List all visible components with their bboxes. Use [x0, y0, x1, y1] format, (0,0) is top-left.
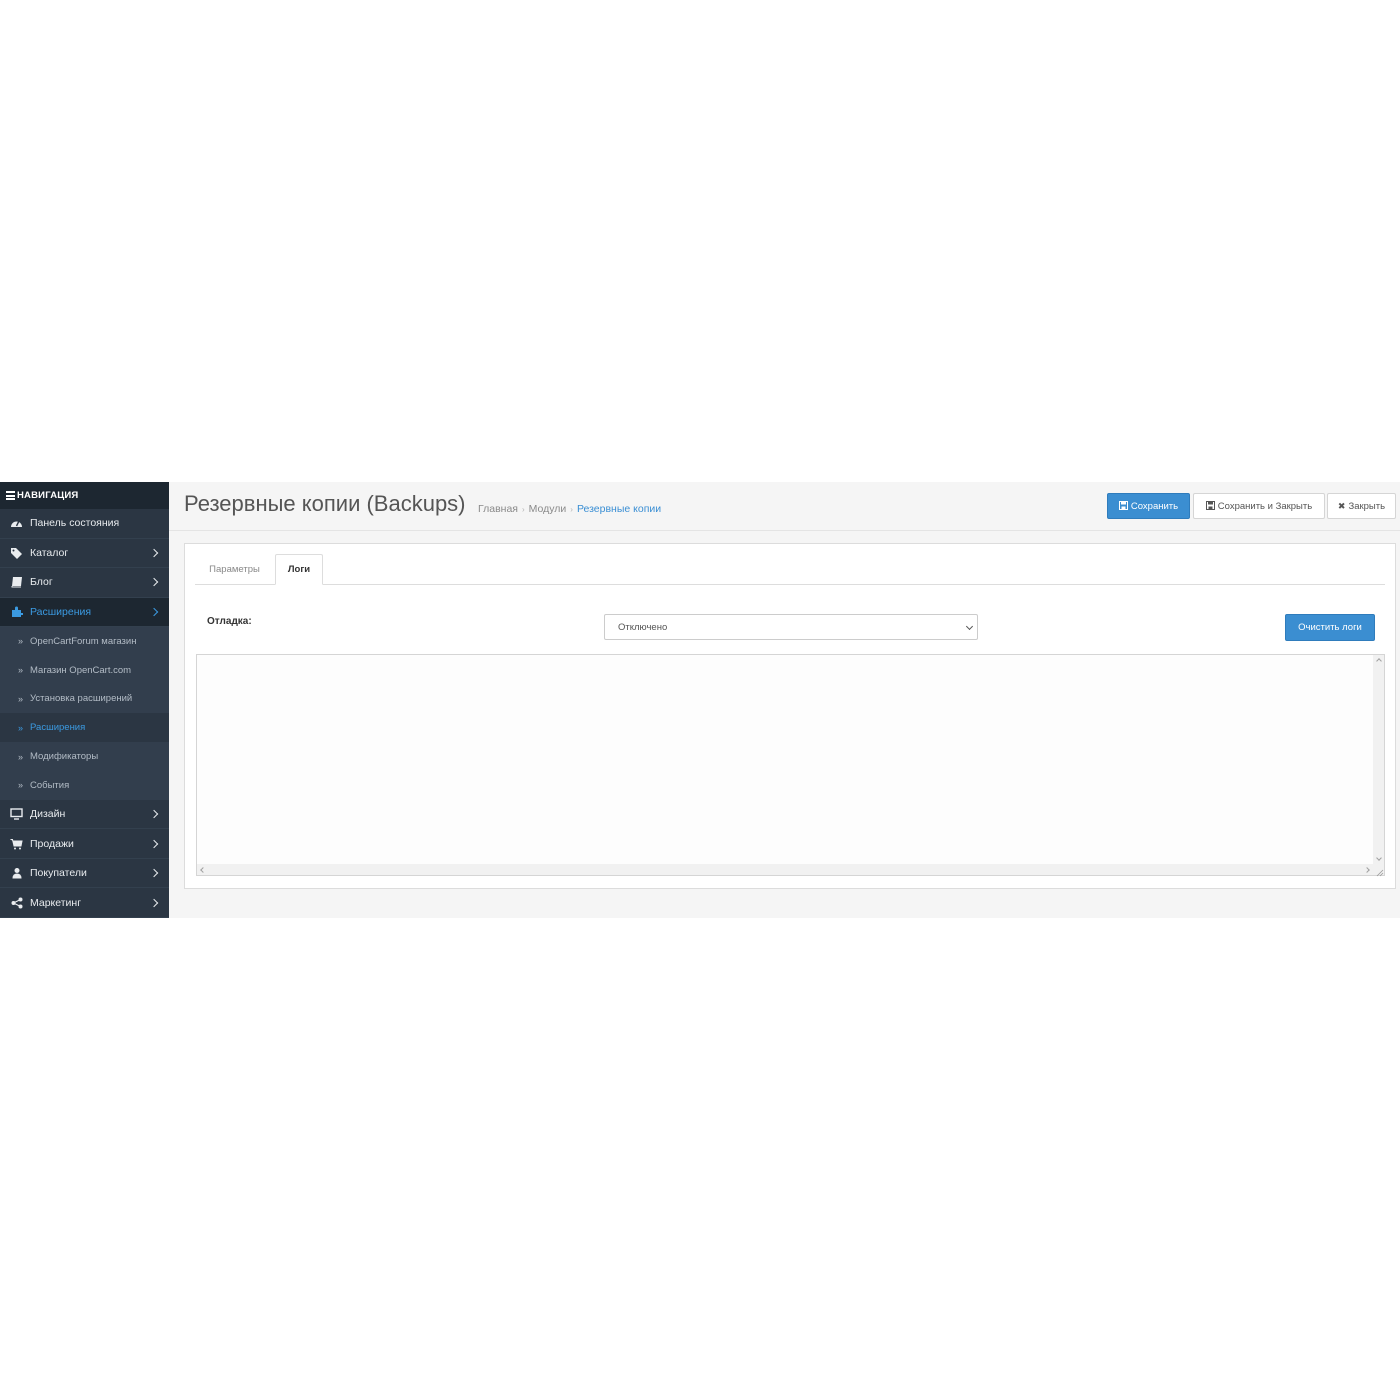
chevron-right-icon [149, 839, 159, 848]
screenshot-area: НАВИГАЦИЯ Панель состояния Каталог Блог [0, 482, 1400, 918]
puzzle-icon [10, 605, 23, 618]
close-button-label: Закрыть [1348, 500, 1386, 512]
breadcrumb-home[interactable]: Главная [478, 503, 518, 515]
chevron-down-icon [965, 622, 974, 631]
save-close-button-label: Сохранить и Закрыть [1217, 500, 1313, 512]
double-chevron-icon: » [18, 780, 24, 791]
save-button-label: Сохранить [1130, 500, 1179, 512]
tab-parameters[interactable]: Параметры [195, 554, 274, 584]
submenu-item-label: Установка расширений [30, 693, 133, 705]
hamburger-icon [6, 490, 15, 502]
page-title: Резервные копии (Backups) [184, 491, 466, 516]
breadcrumb: Главная › Модули › Резервные копии [478, 503, 661, 515]
submenu-item-extensions[interactable]: » Расширения [0, 713, 169, 743]
submenu-item-label: Расширения [30, 722, 86, 734]
book-icon [10, 576, 23, 589]
resize-handle-icon[interactable] [1373, 864, 1384, 877]
chevron-right-icon [149, 578, 159, 587]
breadcrumb-separator-icon: › [570, 505, 573, 514]
submenu-item-label: События [30, 779, 70, 791]
chevron-right-icon [149, 868, 159, 878]
sidebar-item-label: Покупатели [30, 867, 87, 880]
sidebar-item-label: Маркетинг [30, 896, 82, 909]
sidebar-item-label: Блог [30, 576, 53, 589]
extensions-submenu: » OpenCartForum магазин » Магазин OpenCa… [0, 627, 169, 800]
scroll-left-icon[interactable] [200, 867, 206, 873]
sidebar-item-customers[interactable]: Покупатели [0, 859, 169, 889]
chevron-right-icon [149, 809, 159, 819]
sidebar-item-label: Панель состояния [30, 517, 120, 530]
sidebar-item-catalog[interactable]: Каталог [0, 539, 169, 568]
sidebar-item-dashboard[interactable]: Панель состояния [0, 509, 169, 539]
close-icon: ✖ [1337, 500, 1346, 511]
submenu-item-label: Модификаторы [30, 751, 99, 763]
chevron-right-icon [149, 548, 159, 557]
floppy-disk-icon [1205, 500, 1215, 512]
log-textarea[interactable] [196, 654, 1385, 877]
sidebar-item-label: Продажи [30, 837, 74, 850]
nav-header[interactable]: НАВИГАЦИЯ [0, 482, 169, 509]
tab-logs[interactable]: Логи [275, 554, 323, 585]
sidebar-item-label: Расширения [30, 605, 92, 618]
debug-label: Отладка: [207, 616, 252, 627]
vertical-scrollbar[interactable] [1373, 655, 1384, 864]
sidebar-item-sales[interactable]: Продажи [0, 829, 169, 859]
sidebar-item-design[interactable]: Дизайн [0, 800, 169, 830]
shopping-cart-icon [10, 837, 23, 850]
dashboard-icon [10, 517, 23, 530]
sidebar-item-blog[interactable]: Блог [0, 568, 169, 598]
breadcrumb-current[interactable]: Резервные копии [577, 503, 661, 515]
debug-select-value: Отключено [618, 621, 668, 633]
submenu-item-events[interactable]: » События [0, 771, 169, 800]
save-close-button[interactable]: Сохранить и Закрыть [1193, 493, 1325, 519]
submenu-item-opencart-store[interactable]: » Магазин OpenCart.com [0, 656, 169, 685]
chevron-right-icon [149, 898, 159, 907]
submenu-item-modifications[interactable]: » Модификаторы [0, 742, 169, 771]
tab-bar: Параметры Логи [195, 554, 1385, 585]
sidebar-item-marketing[interactable]: Маркетинг [0, 888, 169, 918]
sidebar-item-extensions[interactable]: Расширения [0, 597, 169, 627]
submenu-item-label: Магазин OpenCart.com [30, 664, 132, 676]
double-chevron-icon: » [18, 693, 24, 704]
close-button[interactable]: ✖ Закрыть [1327, 493, 1396, 519]
submenu-item-label: OpenCartForum магазин [30, 635, 137, 647]
double-chevron-icon: » [18, 751, 24, 762]
page-header: Резервные копии (Backups) Главная › Модули… [169, 482, 1400, 531]
debug-select[interactable]: Отключено [604, 614, 978, 640]
user-icon [10, 867, 23, 880]
chevron-right-icon [149, 607, 159, 616]
scroll-right-icon[interactable] [1364, 867, 1370, 873]
tags-icon [10, 546, 23, 559]
horizontal-scrollbar[interactable] [197, 864, 1373, 875]
scroll-up-icon[interactable] [1376, 658, 1382, 664]
floppy-disk-icon [1118, 500, 1128, 512]
sidebar: НАВИГАЦИЯ Панель состояния Каталог Блог [0, 482, 169, 918]
settings-panel: Параметры Логи Отладка: Отключено Очисти… [184, 543, 1396, 889]
submenu-item-installer[interactable]: » Установка расширений [0, 685, 169, 714]
sidebar-item-label: Каталог [30, 546, 69, 559]
breadcrumb-separator-icon: › [521, 505, 525, 514]
scroll-down-icon[interactable] [1376, 855, 1382, 861]
nav-header-label: НАВИГАЦИЯ [17, 490, 79, 501]
share-icon [10, 896, 23, 909]
double-chevron-icon: » [18, 636, 24, 647]
sidebar-item-label: Дизайн [30, 808, 66, 821]
double-chevron-icon: » [18, 665, 24, 676]
save-button[interactable]: Сохранить [1107, 493, 1190, 519]
desktop-icon [10, 808, 23, 821]
breadcrumb-modules[interactable]: Модули [529, 503, 567, 515]
clear-logs-button[interactable]: Очистить логи [1285, 614, 1375, 641]
double-chevron-icon: » [18, 722, 24, 733]
submenu-item-ocforum-store[interactable]: » OpenCartForum магазин [0, 627, 169, 656]
